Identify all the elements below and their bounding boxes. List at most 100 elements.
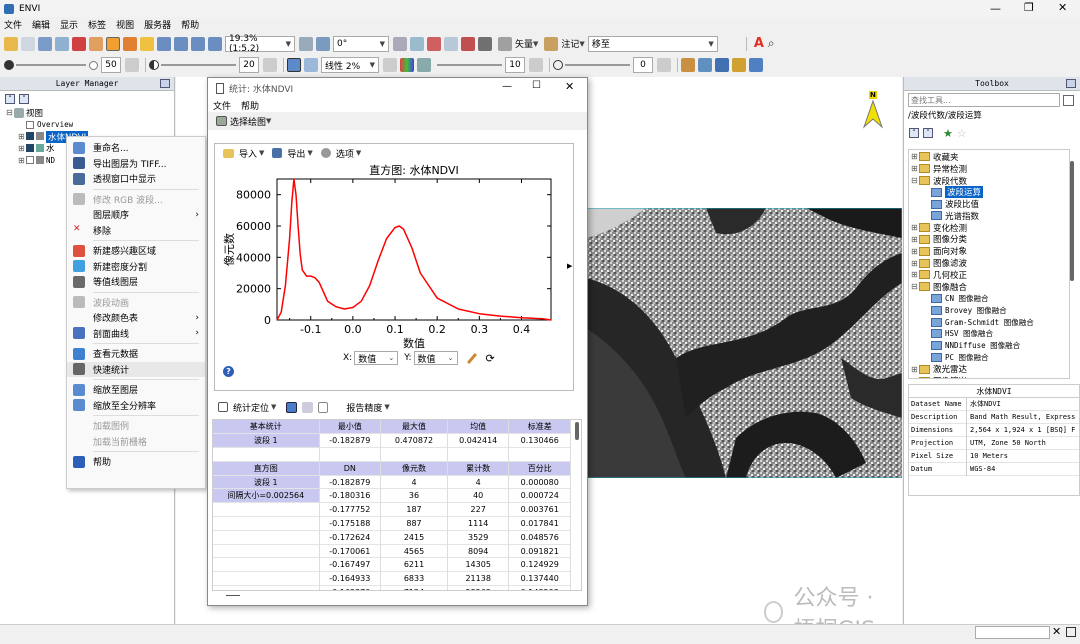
toolbox-item[interactable]: 光谱指数 [909, 210, 1069, 222]
menu-1[interactable]: 编辑 [32, 18, 50, 31]
context-item-help[interactable]: 帮助 [67, 454, 205, 470]
context-item-remove[interactable]: ✕ 移除 [67, 223, 205, 239]
toolbox-item[interactable]: PC 图像融合 [909, 352, 1069, 364]
pin-icon[interactable] [72, 36, 86, 51]
collapse-all-icon[interactable]: ˄ [5, 94, 15, 104]
menu-3[interactable]: 标签 [88, 18, 106, 31]
context-item-band-animation[interactable]: 波段动画 [67, 295, 205, 311]
stats-menu-help[interactable]: 帮助 [241, 99, 259, 112]
toolbox-item[interactable]: ⊞ 几何校正 [909, 269, 1069, 281]
tree-overview-node[interactable]: Overview [6, 119, 174, 131]
select-plot-button[interactable]: 选择绘图 [230, 115, 266, 128]
zoom-out-icon[interactable] [174, 36, 188, 51]
zoom-select[interactable]: 19.3% (1:5.2) ▼ [225, 34, 295, 54]
vector-menu[interactable]: 矢量 [515, 37, 533, 50]
toolbox-item[interactable]: ⊞ 图像镶嵌 [909, 375, 1069, 378]
context-item-layer-order[interactable]: 图层顺序 › [67, 207, 205, 223]
tb-expand-icon[interactable]: ˅ [923, 128, 933, 138]
stretch-icon[interactable] [287, 58, 301, 72]
menu-4[interactable]: 视图 [116, 18, 134, 31]
expand-toggle-icon[interactable]: ⊞ [911, 270, 919, 279]
toolbox-search-icon[interactable] [1063, 94, 1074, 106]
x-axis-select[interactable]: 数值 ⌄ [354, 351, 399, 365]
pencil-icon[interactable] [466, 352, 477, 364]
reset-transparency-icon[interactable] [657, 58, 671, 72]
context-item-change-rgb-bands[interactable]: 修改 RGB 波段... [67, 192, 205, 208]
roi-icon[interactable] [461, 36, 475, 51]
report-precision-button[interactable]: 报告精度 [346, 401, 382, 414]
expand-toggle-icon[interactable]: ⊞ [911, 235, 919, 244]
select-icon[interactable] [89, 36, 103, 51]
vector-icon[interactable] [498, 36, 512, 51]
minimize-button[interactable]: — [990, 2, 1001, 15]
contrast-value[interactable]: 20 [239, 57, 259, 73]
context-item-load-current-raster[interactable]: 加载当前栅格 [67, 434, 205, 450]
toolbox-item[interactable]: 波段比值 [909, 198, 1069, 210]
tree-view-node[interactable]: ⊟ 视图 [6, 107, 174, 119]
export-view-icon[interactable] [749, 58, 763, 72]
menu-6[interactable]: 帮助 [181, 18, 199, 31]
reset-brightness-icon[interactable] [125, 58, 139, 72]
annotate-menu[interactable]: 注记 [561, 37, 579, 50]
favorite-star-icon[interactable]: ★ [943, 127, 953, 140]
export-button[interactable]: 导出 [287, 147, 305, 160]
fly-icon[interactable] [123, 36, 137, 51]
expand-toggle-icon[interactable]: ⊞ [911, 365, 919, 374]
menu-5[interactable]: 服务器 [144, 18, 171, 31]
context-item-load-legend[interactable]: 加载图例 [67, 418, 205, 434]
status-panel-icon[interactable] [1066, 627, 1076, 637]
new-icon[interactable] [21, 36, 35, 51]
colortable-icon[interactable] [400, 58, 414, 72]
chip-icon[interactable] [732, 58, 746, 72]
unfavorite-star-icon[interactable]: ☆ [957, 127, 967, 140]
transparency-value[interactable]: 0 [633, 57, 653, 73]
context-item-profile-curve[interactable]: 剖面曲线 › [67, 326, 205, 342]
stats-minimize-button[interactable]: — [502, 81, 512, 92]
mode-select[interactable]: 移至 ▼ [587, 35, 718, 52]
brightness-thumb[interactable] [89, 60, 98, 70]
context-item-contour-layer[interactable]: 等值线图层 [67, 274, 205, 290]
help-icon[interactable]: ? [223, 366, 234, 377]
expand-toggle-icon[interactable]: ⊞ [911, 152, 919, 161]
reset-contrast-icon[interactable] [263, 58, 277, 72]
toolbox-item[interactable]: Gram-Schmidt 图像融合 [909, 316, 1069, 328]
toolbox-item[interactable]: ⊟ 波段代数 [909, 175, 1069, 187]
stats-maximize-button[interactable]: ☐ [532, 80, 541, 91]
rotation-select[interactable]: 0° ▼ [333, 35, 389, 52]
y-axis-select[interactable]: 数值 ⌄ [413, 351, 458, 365]
context-item-quick-stats[interactable]: 快速统计 [67, 361, 205, 377]
resize-grip[interactable] [226, 595, 240, 596]
menu-2[interactable]: 显示 [60, 18, 78, 31]
brightness-slider[interactable] [16, 64, 86, 66]
transparency-slider[interactable] [565, 64, 630, 66]
layer-icon[interactable] [444, 36, 458, 51]
expand-toggle-icon[interactable]: ⊟ [911, 176, 919, 185]
toolbox-item[interactable]: CN 图像融合 [909, 293, 1069, 305]
status-close-icon[interactable]: ✕ [1052, 625, 1061, 638]
table-scrollbar[interactable] [575, 422, 579, 440]
spectral-icon[interactable] [698, 58, 712, 72]
portal-icon[interactable] [715, 58, 729, 72]
collapse-arrow-icon[interactable]: ▶ [567, 262, 572, 270]
toolbox-item[interactable]: ⊞ 图像滤波 [909, 257, 1069, 269]
context-item-view-metadata[interactable]: 查看元数据 [67, 346, 205, 362]
context-item-new-roi[interactable]: 新建感兴趣区域 [67, 243, 205, 259]
display-icon[interactable] [38, 36, 52, 51]
rotate-right-icon[interactable] [316, 36, 330, 51]
expand-toggle-icon[interactable]: ⊞ [911, 377, 919, 378]
toolbox-item[interactable]: Brovey 图像融合 [909, 304, 1069, 316]
histogram-icon[interactable] [304, 58, 318, 72]
dock-icon[interactable] [160, 79, 170, 88]
context-item-show-in-portal[interactable]: 透视窗口中显示 [67, 171, 205, 187]
toolbox-item[interactable]: ⊞ 变化检测 [909, 222, 1069, 234]
stretch-select[interactable]: 线性 2% ▼ [321, 57, 379, 73]
view-mode-3-icon[interactable] [318, 401, 329, 413]
crosshair-icon[interactable] [55, 36, 69, 51]
swipe-icon[interactable] [410, 36, 424, 51]
context-item-change-color-table[interactable]: 修改颜色表 › [67, 310, 205, 326]
toolbox-dock-icon[interactable] [1066, 79, 1076, 88]
toolbox-scrollbar[interactable] [1070, 161, 1074, 281]
refresh-icon[interactable] [383, 58, 397, 72]
stats-locate-button[interactable]: 统计定位 [233, 401, 269, 414]
reset-plot-icon[interactable]: ⟳ [486, 352, 495, 365]
